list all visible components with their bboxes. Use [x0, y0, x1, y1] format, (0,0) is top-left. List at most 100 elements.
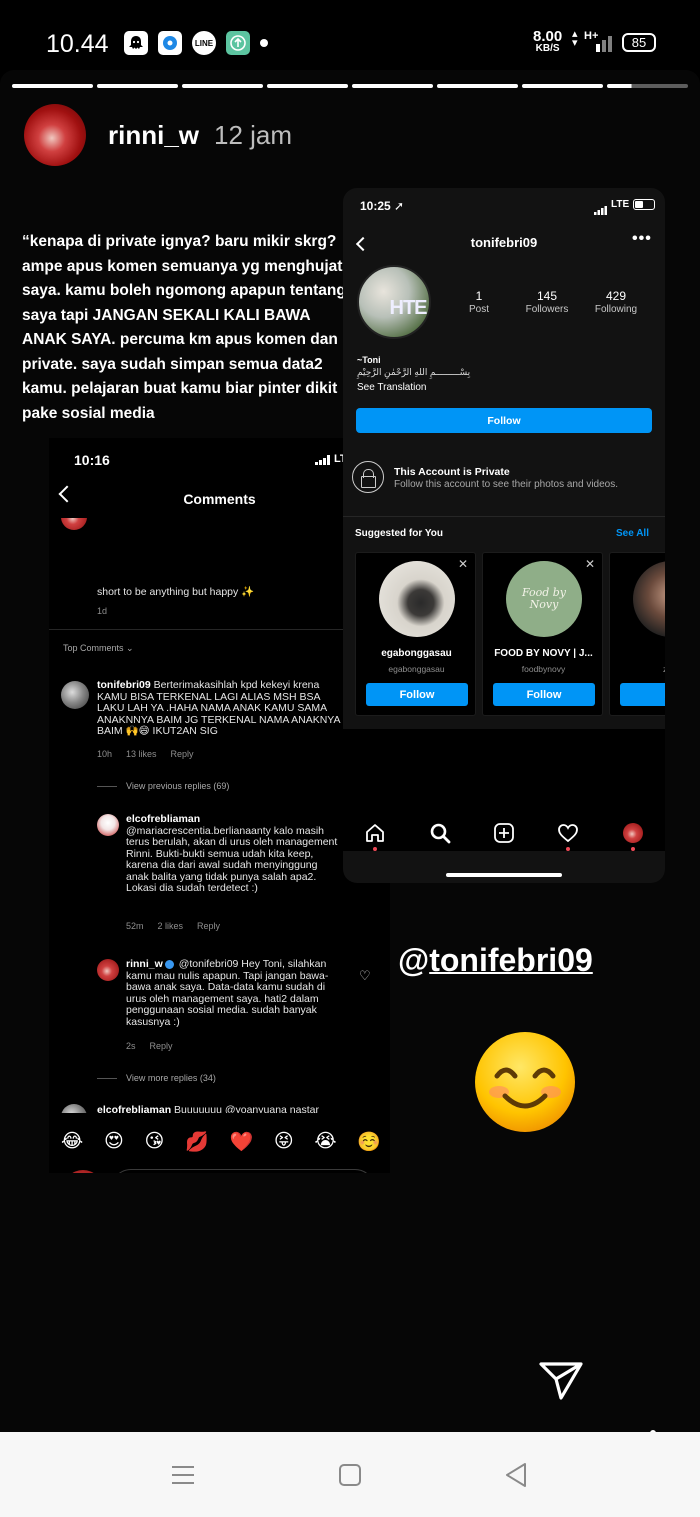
battery-icon [633, 199, 655, 210]
suggestion-card[interactable]: ✕ egabonggasau egabonggasau Follow [355, 552, 476, 716]
divider [49, 629, 390, 630]
profile-time-value: 10:25 [360, 199, 391, 213]
profile-handle: tonifebri09 [470, 235, 538, 250]
view-more-replies[interactable]: View more replies (34) [126, 1073, 216, 1083]
mention-sticker[interactable]: @tonifebri09 [398, 942, 593, 979]
suggestion-follow-button[interactable]: Fo [620, 683, 665, 706]
commenter-avatar[interactable] [97, 814, 119, 836]
reply-button[interactable]: Reply [150, 1041, 173, 1051]
comments-list: short to be anything but happy ✨ 1d Top … [49, 518, 390, 1113]
like-heart-icon[interactable]: ♡ [359, 968, 371, 984]
activity-tab[interactable] [548, 815, 588, 851]
comment-username[interactable]: elcofrebliaman [126, 813, 200, 825]
signal-icon [594, 202, 610, 215]
commenter-avatar[interactable] [97, 959, 119, 981]
comment-likes[interactable]: 2 likes [158, 921, 184, 931]
comment-text: elcofrebliaman @mariacrescentia.berlianaa… [126, 813, 341, 895]
emoji-button[interactable]: 😝 [274, 1130, 294, 1154]
commenter-avatar[interactable] [61, 681, 89, 709]
profile-avatar[interactable]: HTE [357, 265, 431, 339]
comment-time: 2s [126, 1041, 136, 1051]
create-post-tab[interactable] [484, 815, 524, 851]
android-nav-bar [0, 1432, 700, 1517]
comments-status-time: 10:16 [74, 452, 110, 468]
emoji-quick-bar: 😂 😍 😘 💋 ❤️ 😝 😭 ☺️ [61, 1130, 381, 1154]
story-view[interactable]: rinni_w 12 jam “kenapa di private ignya?… [0, 70, 700, 1462]
emoji-button[interactable]: 💋 [185, 1130, 209, 1154]
status-time: 10.44 [46, 30, 109, 58]
comment-likes[interactable]: 13 likes [126, 749, 157, 759]
home-tab[interactable] [355, 815, 395, 851]
comment-body: @mariacrescentia.berlianaanty kalo masih… [126, 824, 338, 894]
view-previous-replies[interactable]: View previous replies (69) [126, 781, 229, 791]
suggestion-avatar[interactable] [633, 561, 665, 637]
reply-button[interactable]: Reply [197, 921, 220, 931]
commenter-avatar [61, 518, 87, 530]
location-arrow-icon: ➚ [394, 199, 405, 213]
comment-username[interactable]: rinni_w [126, 958, 163, 970]
follow-button[interactable]: Follow [356, 408, 652, 433]
suggestion-avatar[interactable]: Food by Novy [506, 561, 582, 637]
emoji-button[interactable]: 😘 [144, 1130, 164, 1154]
suggestion-avatar[interactable] [379, 561, 455, 637]
progress-segment [97, 84, 178, 88]
progress-segment [522, 84, 603, 88]
suggestion-follow-button[interactable]: Follow [493, 683, 595, 706]
send-icon[interactable] [538, 1360, 584, 1402]
comment-username[interactable]: tonifebri09 [97, 679, 151, 691]
recent-apps-icon[interactable] [168, 1460, 198, 1490]
emoji-button[interactable]: 😂 [61, 1130, 83, 1154]
divider [97, 786, 117, 787]
stat-followers[interactable]: 145 Followers [507, 289, 587, 315]
emoji-button[interactable]: ☺️ [357, 1130, 381, 1154]
see-all-link[interactable]: See All [616, 528, 649, 539]
suggestion-subtitle: foodbynovy [521, 664, 566, 674]
comment-time: 52m [126, 921, 144, 931]
back-button-icon[interactable] [501, 1460, 531, 1490]
more-options-icon[interactable]: ••• [632, 230, 652, 248]
stat-following[interactable]: 429 Following [576, 289, 656, 315]
reply-button[interactable]: Reply [171, 749, 194, 759]
suggestion-card[interactable]: 3 zzlo Fo [609, 552, 665, 716]
profile-tab[interactable] [613, 815, 653, 851]
line-app-icon: LINE [192, 31, 216, 55]
suggestion-card[interactable]: ✕ Food by Novy FOOD BY NOVY | J... foodb… [482, 552, 603, 716]
story-username[interactable]: rinni_w [108, 120, 199, 151]
commenter-avatar[interactable] [61, 1104, 87, 1113]
stat-label: Following [594, 304, 638, 315]
comment-input[interactable] [111, 1169, 375, 1173]
comment-text: tonifebri09 Berterimakasihlah kpd kekeyi… [97, 679, 342, 738]
emoji-button[interactable]: 😭 [314, 1130, 336, 1154]
progress-segment [267, 84, 348, 88]
progress-segment [182, 84, 263, 88]
notification-dot [630, 847, 635, 851]
top-comments-label: Top Comments [63, 643, 124, 653]
suggestion-follow-button[interactable]: Follow [366, 683, 468, 706]
comment-username[interactable]: elcofrebliaman [97, 1104, 171, 1113]
emoji-button[interactable]: ❤️ [229, 1130, 253, 1154]
story-user-avatar[interactable] [24, 104, 86, 166]
dismiss-suggestion-icon[interactable]: ✕ [458, 557, 468, 571]
profile-name: ~Toni [357, 355, 381, 365]
divider [97, 1078, 117, 1079]
suggestion-subtitle: egabonggasau [388, 664, 445, 674]
suggested-title: Suggested for You [355, 528, 443, 539]
story-caption: “kenapa di private ignya? baru mikir skr… [22, 233, 346, 422]
notification-dot [566, 847, 571, 851]
search-tab[interactable] [420, 815, 460, 851]
emoji-button[interactable]: 😍 [104, 1130, 124, 1154]
see-translation-link[interactable]: See Translation [357, 382, 427, 393]
stat-value: 429 [605, 289, 627, 303]
profile-status-time: 10:25 ➚ [360, 199, 404, 213]
upload-app-icon [226, 31, 250, 55]
story-progress-bar [12, 84, 688, 88]
lock-icon [352, 461, 384, 493]
divider [343, 516, 665, 517]
ghost-app-icon [124, 31, 148, 55]
dismiss-suggestion-icon[interactable]: ✕ [585, 557, 595, 571]
top-comments-filter[interactable]: Top Comments ⌄ [63, 643, 134, 654]
mention-handle[interactable]: tonifebri09 [429, 942, 593, 978]
comment-time: 10h [97, 749, 113, 759]
status-bar: 10.44 LINE 8.00 KB/S ▴ ▾ H+ 85 [0, 0, 700, 72]
home-button-icon[interactable] [335, 1460, 365, 1490]
